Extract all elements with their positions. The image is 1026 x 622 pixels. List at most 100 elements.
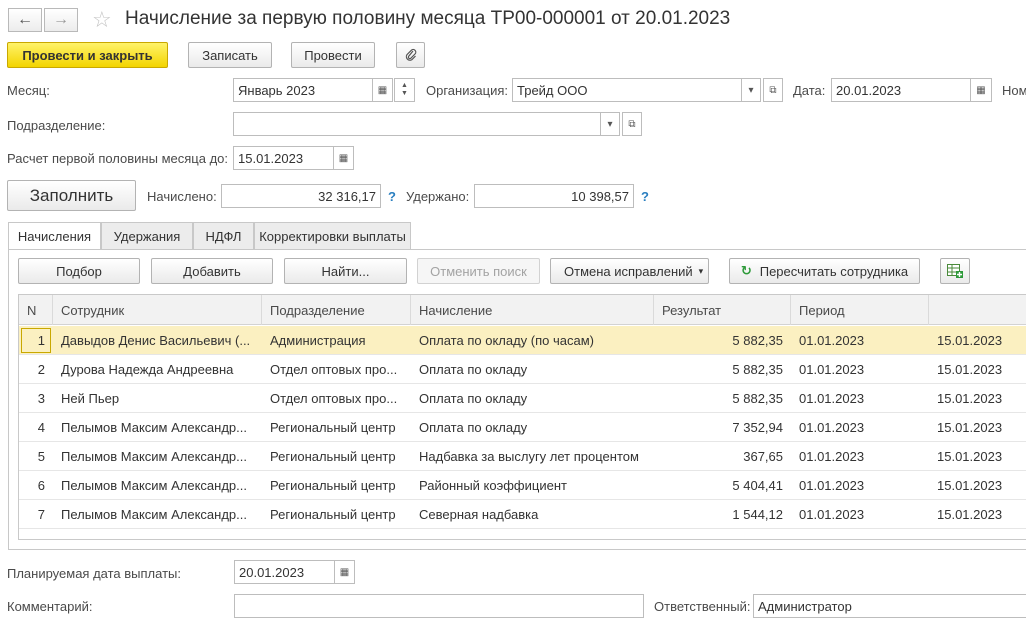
cell-employee[interactable]: Дурова Надежда Андреевна: [53, 355, 262, 384]
cancel-search-button[interactable]: Отменить поиск: [417, 258, 540, 284]
calc-date-field[interactable]: 15.01.2023: [233, 146, 334, 170]
table-row[interactable]: 1 Давыдов Денис Васильевич (... Администра…: [19, 326, 1026, 355]
tab-accruals[interactable]: Начисления: [8, 222, 101, 250]
column-header-employee[interactable]: Сотрудник: [53, 295, 262, 325]
month-stepper[interactable]: ▲ ▼: [394, 78, 415, 102]
cell-employee[interactable]: Пелымов Максим Александр...: [53, 413, 262, 442]
cell-period-start[interactable]: 01.01.2023: [791, 384, 929, 413]
cell-result[interactable]: 5 882,35: [654, 384, 791, 413]
cell-result[interactable]: 1 544,12: [654, 500, 791, 529]
find-button[interactable]: Найти...: [284, 258, 407, 284]
calendar-icon[interactable]: ▦: [372, 78, 393, 102]
cell-n[interactable]: 7: [19, 500, 53, 529]
recalc-employee-button[interactable]: ↻ Пересчитать сотрудника: [729, 258, 920, 284]
cell-period-end[interactable]: 15.01.2023: [929, 442, 1026, 471]
back-button[interactable]: ←: [8, 8, 42, 32]
cell-n[interactable]: 4: [19, 413, 53, 442]
open-org-icon[interactable]: ⧉: [763, 78, 783, 102]
column-header-accrual[interactable]: Начисление: [411, 295, 654, 325]
tab-ndfl[interactable]: НДФЛ: [193, 222, 254, 249]
fill-button[interactable]: Заполнить: [7, 180, 136, 211]
tab-payment-corrections[interactable]: Корректировки выплаты: [254, 222, 411, 249]
cell-result[interactable]: 5 882,35: [654, 355, 791, 384]
column-header-result[interactable]: Результат: [654, 295, 791, 325]
cell-period-start[interactable]: 01.01.2023: [791, 326, 929, 355]
column-header-period[interactable]: Период: [791, 295, 929, 325]
dept-field[interactable]: [233, 112, 601, 136]
table-row[interactable]: 6 Пелымов Максим Александр... Региональный…: [19, 471, 1026, 500]
cell-accrual[interactable]: Оплата по окладу (по часам): [411, 326, 654, 355]
save-button[interactable]: Записать: [188, 42, 272, 68]
cell-accrual[interactable]: Оплата по окладу: [411, 413, 654, 442]
help-icon[interactable]: ?: [388, 189, 396, 204]
cell-period-end[interactable]: 15.01.2023: [929, 384, 1026, 413]
cell-result[interactable]: 5 882,35: [654, 326, 791, 355]
cell-period-start[interactable]: 01.01.2023: [791, 355, 929, 384]
cell-period-start[interactable]: 01.01.2023: [791, 471, 929, 500]
help-icon[interactable]: ?: [641, 189, 649, 204]
accruals-table[interactable]: N Сотрудник Подразделение Начисление Рез…: [18, 294, 1026, 540]
star-outline-icon[interactable]: ☆: [92, 7, 112, 33]
org-field[interactable]: Трейд ООО: [512, 78, 742, 102]
cell-result[interactable]: 5 404,41: [654, 471, 791, 500]
cell-period-start[interactable]: 01.01.2023: [791, 413, 929, 442]
cell-accrual[interactable]: Северная надбавка: [411, 500, 654, 529]
dropdown-arrow-icon[interactable]: ▾: [741, 78, 761, 102]
cell-department[interactable]: Отдел оптовых про...: [262, 384, 411, 413]
cell-period-start[interactable]: 01.01.2023: [791, 500, 929, 529]
table-row[interactable]: 2 Дурова Надежда Андреевна Отдел оптовых п…: [19, 355, 1026, 384]
cell-department[interactable]: Региональный центр: [262, 413, 411, 442]
dropdown-arrow-icon[interactable]: ▾: [600, 112, 620, 136]
cell-period-end[interactable]: 15.01.2023: [929, 500, 1026, 529]
cell-department[interactable]: Администрация: [262, 326, 411, 355]
cell-n[interactable]: 6: [19, 471, 53, 500]
cell-period-end[interactable]: 15.01.2023: [929, 471, 1026, 500]
table-row[interactable]: 7 Пелымов Максим Александр... Региональный…: [19, 500, 1026, 529]
date-field[interactable]: 20.01.2023: [831, 78, 971, 102]
attach-button[interactable]: [396, 42, 425, 68]
calendar-icon[interactable]: ▦: [334, 560, 355, 584]
calendar-icon[interactable]: ▦: [970, 78, 992, 102]
cell-period-start[interactable]: 01.01.2023: [791, 442, 929, 471]
calendar-icon[interactable]: ▦: [333, 146, 354, 170]
cell-n[interactable]: 5: [19, 442, 53, 471]
open-dept-icon[interactable]: ⧉: [622, 112, 642, 136]
column-header-department[interactable]: Подразделение: [262, 295, 411, 325]
cell-n[interactable]: 1: [19, 326, 53, 355]
comment-field[interactable]: [234, 594, 644, 618]
cell-period-end[interactable]: 15.01.2023: [929, 413, 1026, 442]
column-header-period-end[interactable]: [929, 295, 1026, 325]
spreadsheet-button[interactable]: [940, 258, 970, 284]
cell-accrual[interactable]: Надбавка за выслугу лет процентом: [411, 442, 654, 471]
cell-result[interactable]: 367,65: [654, 442, 791, 471]
cell-employee[interactable]: Ней Пьер: [53, 384, 262, 413]
cell-department[interactable]: Региональный центр: [262, 471, 411, 500]
tab-deductions[interactable]: Удержания: [101, 222, 193, 249]
cell-result[interactable]: 7 352,94: [654, 413, 791, 442]
add-button[interactable]: Добавить: [151, 258, 273, 284]
cell-employee[interactable]: Пелымов Максим Александр...: [53, 471, 262, 500]
cell-n[interactable]: 2: [19, 355, 53, 384]
cell-period-end[interactable]: 15.01.2023: [929, 355, 1026, 384]
table-row[interactable]: 4 Пелымов Максим Александр... Региональный…: [19, 413, 1026, 442]
column-header-n[interactable]: N: [19, 295, 53, 325]
post-button[interactable]: Провести: [291, 42, 375, 68]
cancel-corrections-button[interactable]: Отмена исправлений ▾: [550, 258, 709, 284]
responsible-field[interactable]: Администратор: [753, 594, 1026, 618]
table-row[interactable]: 3 Ней Пьер Отдел оптовых про... Оплата по о…: [19, 384, 1026, 413]
pick-button[interactable]: Подбор: [18, 258, 140, 284]
post-and-close-button[interactable]: Провести и закрыть: [7, 42, 168, 68]
cell-accrual[interactable]: Оплата по окладу: [411, 355, 654, 384]
forward-button[interactable]: →: [44, 8, 78, 32]
cell-employee[interactable]: Давыдов Денис Васильевич (...: [53, 326, 262, 355]
cell-department[interactable]: Региональный центр: [262, 500, 411, 529]
cell-department[interactable]: Региональный центр: [262, 442, 411, 471]
cell-employee[interactable]: Пелымов Максим Александр...: [53, 500, 262, 529]
cell-n[interactable]: 3: [19, 384, 53, 413]
paydate-field[interactable]: 20.01.2023: [234, 560, 335, 584]
cell-department[interactable]: Отдел оптовых про...: [262, 355, 411, 384]
cell-accrual[interactable]: Оплата по окладу: [411, 384, 654, 413]
cell-period-end[interactable]: 15.01.2023: [929, 326, 1026, 355]
cell-employee[interactable]: Пелымов Максим Александр...: [53, 442, 262, 471]
cell-accrual[interactable]: Районный коэффициент: [411, 471, 654, 500]
